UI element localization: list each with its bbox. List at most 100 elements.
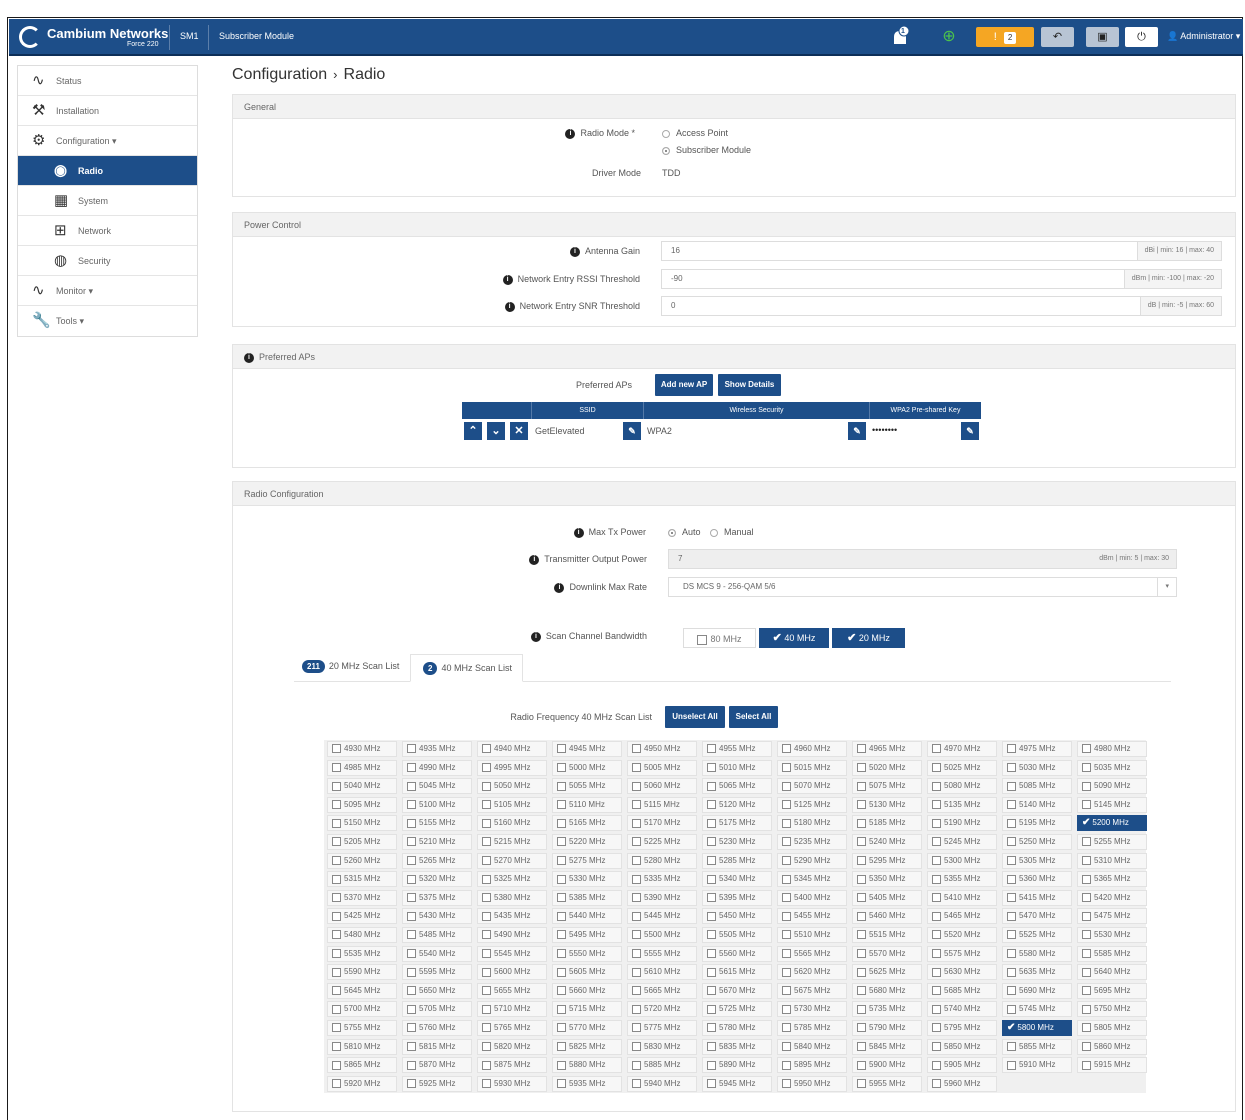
frequency-checkbox-5040[interactable]: 5040 MHz [327,778,397,795]
checkbox[interactable] [707,1023,716,1033]
checkbox[interactable] [782,1079,791,1089]
checkbox[interactable] [782,1004,791,1014]
frequency-checkbox-4985[interactable]: 4985 MHz [327,759,397,776]
tab-40mhz-scan-list[interactable]: 2 40 MHz Scan List [423,662,512,675]
checkbox[interactable] [707,800,716,810]
info-icon[interactable]: i [530,631,541,642]
frequency-checkbox-5785[interactable]: 5785 MHz [777,1020,847,1036]
checkbox[interactable] [332,818,341,828]
frequency-checkbox-5855[interactable]: 5855 MHz [1002,1038,1072,1055]
frequency-checkbox-5015[interactable]: 5015 MHz [777,759,847,776]
frequency-checkbox-4950[interactable]: 4950 MHz [627,741,697,757]
checkbox[interactable] [632,1041,641,1051]
checkbox[interactable] [557,911,566,921]
frequency-checkbox-5370[interactable]: 5370 MHz [327,889,397,906]
frequency-checkbox-5200[interactable]: ✔ 5200 MHz [1077,815,1147,832]
frequency-checkbox-5560[interactable]: 5560 MHz [702,945,772,962]
frequency-checkbox-5065[interactable]: 5065 MHz [702,778,772,795]
save-button[interactable]: ▣ [1086,27,1119,47]
frequency-checkbox-5515[interactable]: 5515 MHz [852,927,922,943]
checkbox[interactable] [407,1060,416,1070]
checkbox[interactable] [557,1023,566,1033]
sidebar-item-security[interactable]: ◍ Security [18,246,197,276]
checkbox[interactable] [857,800,866,810]
frequency-checkbox-5850[interactable]: 5850 MHz [927,1038,997,1055]
checkbox[interactable] [332,1060,341,1070]
checkbox[interactable] [557,1060,566,1070]
frequency-checkbox-5045[interactable]: 5045 MHz [402,778,472,795]
info-icon[interactable]: i [554,582,565,593]
checkbox[interactable] [857,893,866,903]
frequency-checkbox-5765[interactable]: 5765 MHz [477,1020,547,1036]
checkbox[interactable] [632,837,641,847]
checkbox[interactable] [632,781,641,791]
frequency-checkbox-5345[interactable]: 5345 MHz [777,871,847,888]
snr-threshold-input[interactable]: 0 dB | min: -5 | max: 60 [661,296,1222,316]
frequency-checkbox-5140[interactable]: 5140 MHz [1002,796,1072,813]
checkbox[interactable] [632,893,641,903]
frequency-checkbox-5910[interactable]: 5910 MHz [1002,1057,1072,1074]
bw-20-toggle[interactable]: ✔ 20 MHz [832,628,905,648]
checkbox[interactable] [407,874,416,884]
checkbox[interactable] [707,930,716,940]
frequency-checkbox-5655[interactable]: 5655 MHz [477,982,547,999]
frequency-checkbox-5580[interactable]: 5580 MHz [1002,945,1072,962]
frequency-checkbox-4980[interactable]: 4980 MHz [1077,741,1147,757]
frequency-checkbox-5285[interactable]: 5285 MHz [702,852,772,869]
frequency-checkbox-5630[interactable]: 5630 MHz [927,964,997,981]
checkbox[interactable] [1007,1060,1016,1070]
frequency-checkbox-5930[interactable]: 5930 MHz [477,1075,547,1092]
checkbox[interactable] [1082,948,1091,958]
frequency-checkbox-5610[interactable]: 5610 MHz [627,964,697,981]
frequency-checkbox-5135[interactable]: 5135 MHz [927,796,997,813]
frequency-checkbox-5880[interactable]: 5880 MHz [552,1057,622,1074]
frequency-checkbox-5660[interactable]: 5660 MHz [552,982,622,999]
frequency-checkbox-5070[interactable]: 5070 MHz [777,778,847,795]
checkbox[interactable] [482,1023,491,1033]
frequency-checkbox-5815[interactable]: 5815 MHz [402,1038,472,1055]
checkbox[interactable] [1082,1023,1091,1033]
frequency-checkbox-5425[interactable]: 5425 MHz [327,908,397,925]
checkbox[interactable] [932,911,941,921]
frequency-checkbox-5145[interactable]: 5145 MHz [1077,796,1147,813]
frequency-checkbox-5205[interactable]: 5205 MHz [327,834,397,850]
checkbox[interactable] [857,837,866,847]
checkbox[interactable] [932,967,941,977]
frequency-checkbox-5270[interactable]: 5270 MHz [477,852,547,869]
frequency-checkbox-5500[interactable]: 5500 MHz [627,927,697,943]
checkbox[interactable] [482,744,491,754]
checkbox[interactable] [332,1023,341,1033]
frequency-checkbox-5550[interactable]: 5550 MHz [552,945,622,962]
checkbox[interactable] [482,948,491,958]
bw-80-toggle[interactable]: 80 MHz [683,628,756,648]
checkbox[interactable] [1082,893,1091,903]
checkbox[interactable] [407,781,416,791]
frequency-checkbox-5490[interactable]: 5490 MHz [477,927,547,943]
move-up-button[interactable]: ⌃ [464,422,482,440]
frequency-checkbox-5330[interactable]: 5330 MHz [552,871,622,888]
sidebar-item-network[interactable]: ⊞ Network [18,216,197,246]
frequency-checkbox-5245[interactable]: 5245 MHz [927,834,997,850]
frequency-checkbox-5320[interactable]: 5320 MHz [402,871,472,888]
checkbox[interactable] [1082,967,1091,977]
checkbox[interactable] [707,762,716,772]
frequency-checkbox-5860[interactable]: 5860 MHz [1077,1038,1147,1055]
frequency-checkbox-5375[interactable]: 5375 MHz [402,889,472,906]
checkbox[interactable] [557,874,566,884]
checkbox[interactable] [407,967,416,977]
frequency-checkbox-5435[interactable]: 5435 MHz [477,908,547,925]
checkbox[interactable] [1007,930,1016,940]
move-down-button[interactable]: ⌄ [487,422,505,440]
frequency-checkbox-5365[interactable]: 5365 MHz [1077,871,1147,888]
checkbox[interactable] [857,818,866,828]
checkbox[interactable] [332,837,341,847]
frequency-checkbox-5820[interactable]: 5820 MHz [477,1038,547,1055]
frequency-checkbox-4935[interactable]: 4935 MHz [402,741,472,757]
checkbox[interactable] [932,893,941,903]
checkbox[interactable] [707,855,716,865]
checkbox[interactable] [707,1004,716,1014]
frequency-checkbox-5095[interactable]: 5095 MHz [327,796,397,813]
frequency-checkbox-5915[interactable]: 5915 MHz [1077,1057,1147,1074]
frequency-checkbox-5530[interactable]: 5530 MHz [1077,927,1147,943]
frequency-checkbox-5035[interactable]: 5035 MHz [1077,759,1147,776]
